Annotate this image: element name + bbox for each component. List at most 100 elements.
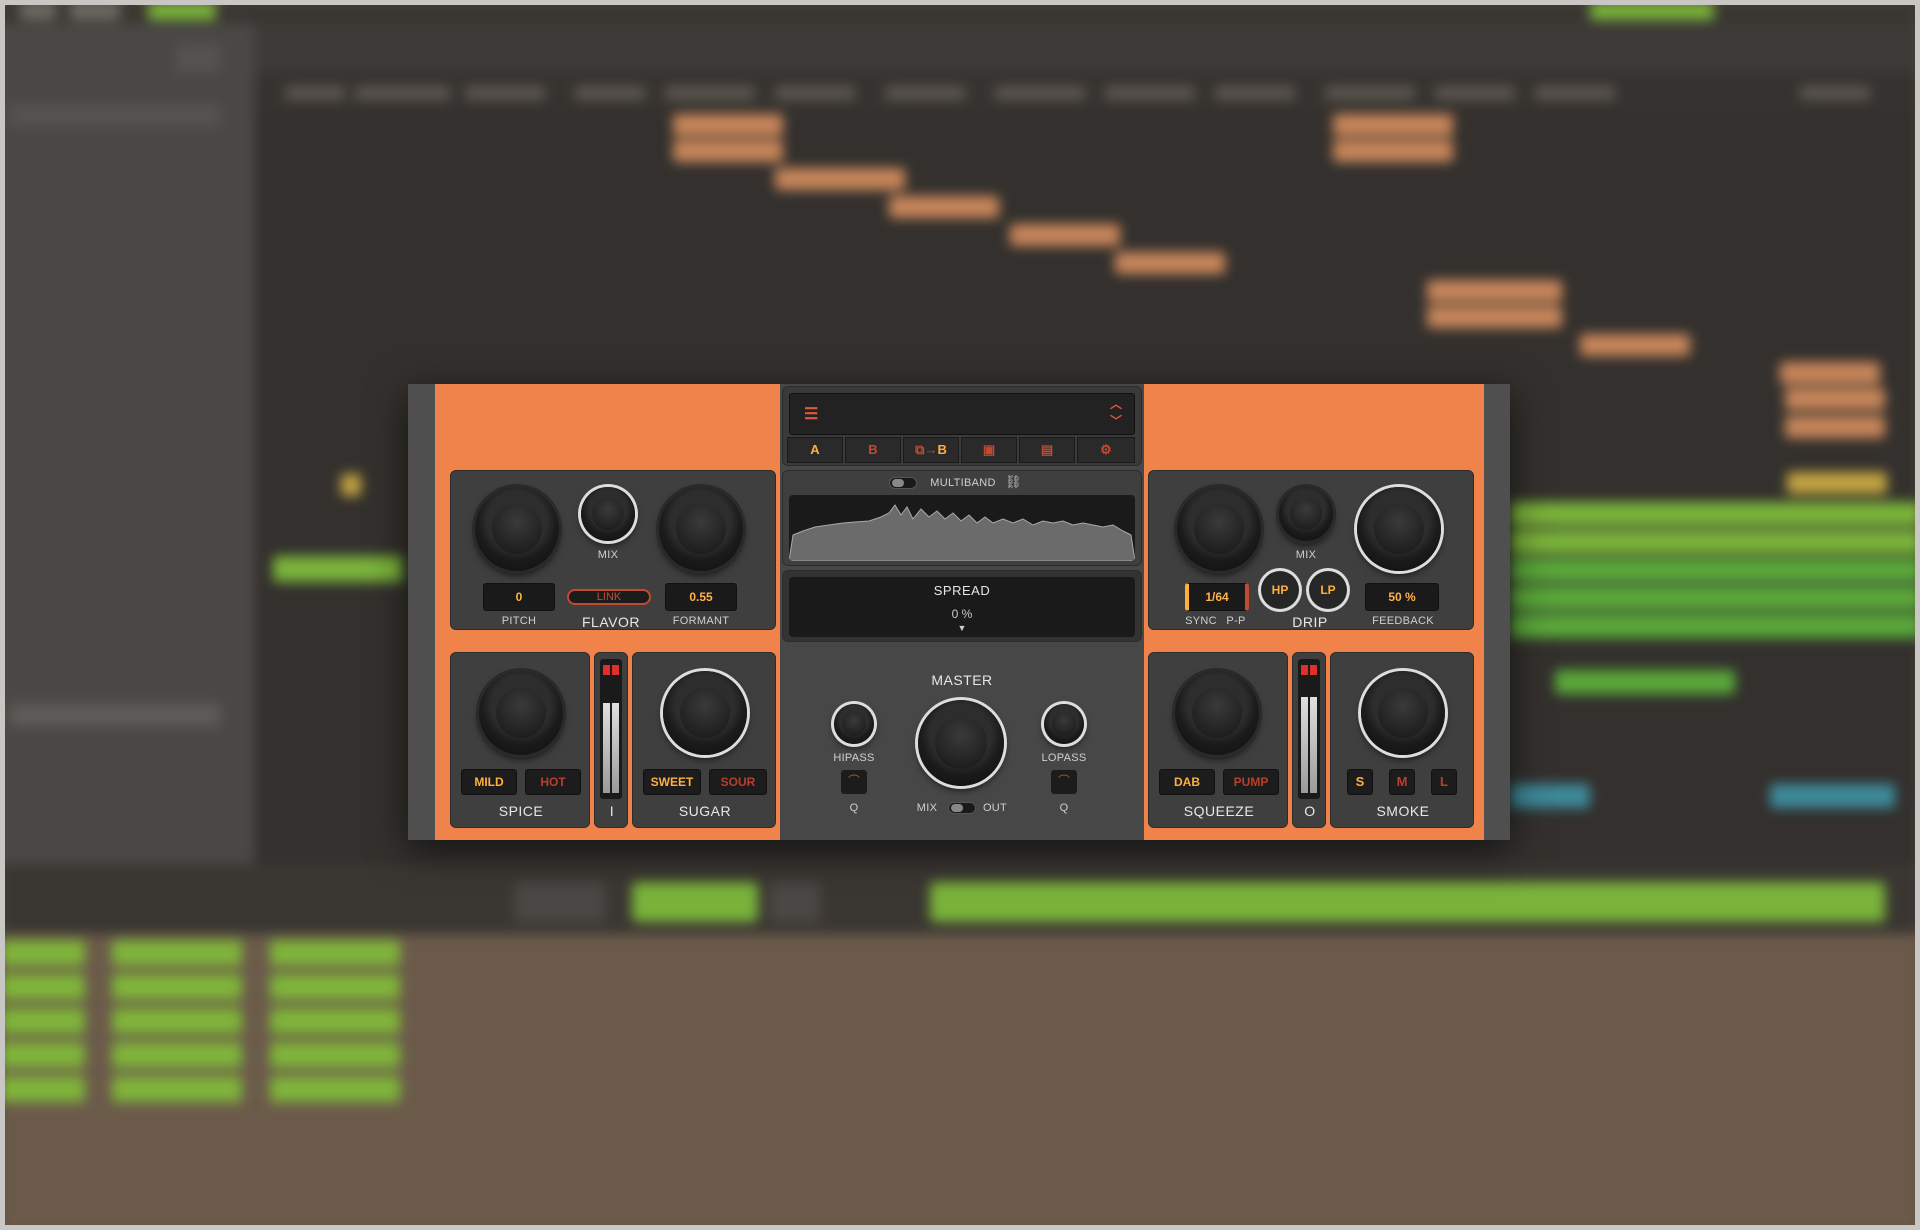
spread-pointer-icon: ▼ <box>957 623 967 633</box>
output-meter-bar-right <box>1310 697 1317 793</box>
smoke-m-button[interactable]: M <box>1389 769 1415 795</box>
copy-target-label: B <box>937 442 947 457</box>
timeline-ruler <box>255 24 1920 72</box>
tab-b[interactable]: B <box>845 437 901 463</box>
daw-toolbar <box>0 0 1920 24</box>
smoke-title: SMOKE <box>1376 803 1430 819</box>
spice-panel: MILD HOT SPICE <box>450 652 590 828</box>
drip-time-value[interactable]: 1/64 <box>1185 583 1249 611</box>
input-meter <box>600 659 622 799</box>
input-meter-label: I <box>609 803 615 819</box>
smoke-s-button[interactable]: S <box>1347 769 1373 795</box>
drip-panel: MIX 1/64 SYNC P-P HP LP DRIP 50 % FEEDBA… <box>1148 470 1474 630</box>
link-button[interactable]: LINK <box>567 589 651 605</box>
feedback-knob[interactable] <box>1357 487 1441 571</box>
formant-value[interactable]: 0.55 <box>665 583 737 611</box>
master-title: MASTER <box>931 672 993 688</box>
mix-out-toggle[interactable] <box>948 802 976 814</box>
multiband-label: MULTIBAND <box>930 477 996 489</box>
sugar-knob[interactable] <box>663 671 747 755</box>
spice-knob[interactable] <box>479 671 563 755</box>
smoke-l-button[interactable]: L <box>1431 769 1457 795</box>
lopass-q-label: Q <box>1059 802 1069 814</box>
sugar-panel: SWEET SOUR SUGAR <box>632 652 776 828</box>
output-meter-bar-left <box>1301 697 1308 793</box>
pitch-label: PITCH <box>501 615 537 627</box>
spread-panel: SPREAD 0 % ▼ <box>782 570 1142 642</box>
feedback-value[interactable]: 50 % <box>1365 583 1439 611</box>
mixer-strips <box>0 934 1920 1230</box>
track-headers <box>0 24 255 864</box>
pump-button[interactable]: PUMP <box>1223 769 1279 795</box>
squeeze-knob[interactable] <box>1175 671 1259 755</box>
spread-display[interactable]: SPREAD 0 % ▼ <box>789 577 1135 637</box>
multiband-toggle[interactable] <box>889 477 917 489</box>
mixer-toolbar <box>0 864 1920 934</box>
flavor-mix-knob[interactable] <box>581 487 635 541</box>
lopass-label: LOPASS <box>1041 752 1087 764</box>
gear-icon[interactable]: ⚙ <box>1077 437 1135 463</box>
formant-label: FORMANT <box>672 615 730 627</box>
pitch-knob[interactable] <box>475 487 559 571</box>
output-meter-panel: O <box>1292 652 1326 828</box>
sugar-title: SUGAR <box>678 803 732 819</box>
formant-knob[interactable] <box>659 487 743 571</box>
multiband-panel: MULTIBAND ⛓ <box>782 470 1142 566</box>
up-down-chevron-icon[interactable]: ︿ ﹀ <box>1110 396 1122 430</box>
drip-lp-button[interactable]: LP <box>1309 571 1347 609</box>
drip-mix-knob[interactable] <box>1279 487 1333 541</box>
drip-hp-button[interactable]: HP <box>1261 571 1299 609</box>
flavor-mix-label: MIX <box>597 549 619 561</box>
squeeze-panel: DAB PUMP SQUEEZE <box>1148 652 1288 828</box>
copy-a-to-b-button[interactable]: ⧉→B <box>903 437 959 463</box>
master-out-label: OUT <box>982 802 1008 814</box>
flavor-panel: MIX 0 PITCH LINK FLAVOR 0.55 FORMANT <box>450 470 776 630</box>
hipass-curve-button[interactable]: ⌒ <box>841 770 867 794</box>
lopass-curve-button[interactable]: ⌒ <box>1051 770 1077 794</box>
drip-title: DRIP <box>1292 614 1328 630</box>
hipass-knob[interactable] <box>834 704 874 744</box>
calendar-icon[interactable]: ▤ <box>1019 437 1075 463</box>
tab-a[interactable]: A <box>787 437 843 463</box>
feedback-label: FEEDBACK <box>1372 615 1434 627</box>
spectrum-graph <box>789 504 1135 561</box>
hamburger-icon[interactable]: ☰ <box>804 402 818 428</box>
sweet-button[interactable]: SWEET <box>643 769 701 795</box>
sour-button[interactable]: SOUR <box>709 769 767 795</box>
preset-display[interactable]: ☰ ︿ ﹀ <box>789 393 1135 435</box>
spectrum-display <box>789 495 1135 561</box>
copy-icon: ⧉→ <box>915 442 938 457</box>
arrangement-markers <box>255 72 1920 112</box>
sync-label: SYNC <box>1185 615 1217 627</box>
spread-label: SPREAD <box>933 583 991 598</box>
output-meter-label: O <box>1304 803 1316 819</box>
pp-label: P-P <box>1226 615 1246 627</box>
link-chain-icon[interactable]: ⛓ <box>1005 474 1022 490</box>
dab-button[interactable]: DAB <box>1159 769 1215 795</box>
spread-value: 0 % <box>951 607 973 621</box>
mild-button[interactable]: MILD <box>461 769 517 795</box>
pitch-value[interactable]: 0 <box>483 583 555 611</box>
hot-button[interactable]: HOT <box>525 769 581 795</box>
squeeze-title: SQUEEZE <box>1183 803 1255 819</box>
flavor-title: FLAVOR <box>582 614 640 630</box>
master-panel: MASTER HIPASS LOPASS ⌒ ⌒ Q MIX OUT Q <box>782 652 1142 828</box>
input-meter-bar-left <box>603 703 610 793</box>
preset-bar: ☰ ︿ ﹀ A B ⧉→B ▣ ▤ ⚙ <box>782 386 1142 466</box>
smoke-panel: S M L SMOKE <box>1330 652 1474 828</box>
input-meter-panel: I <box>594 652 628 828</box>
drip-time-knob[interactable] <box>1177 487 1261 571</box>
plugin-right-rail <box>1483 384 1510 840</box>
output-meter <box>1298 659 1320 799</box>
hipass-label: HIPASS <box>833 752 875 764</box>
hipass-q-label: Q <box>849 802 859 814</box>
calendar-icon[interactable]: ▣ <box>961 437 1017 463</box>
smoke-knob[interactable] <box>1361 671 1445 755</box>
master-mix-label: MIX <box>916 802 938 814</box>
master-mix-knob[interactable] <box>918 700 1004 786</box>
drip-mix-label: MIX <box>1295 549 1317 561</box>
spice-title: SPICE <box>498 803 544 819</box>
plugin-left-rail <box>408 384 435 840</box>
lopass-knob[interactable] <box>1044 704 1084 744</box>
plugin-window: ☰ ︿ ﹀ A B ⧉→B ▣ ▤ ⚙ MIX 0 PITCH LINK FLAV… <box>408 384 1510 840</box>
